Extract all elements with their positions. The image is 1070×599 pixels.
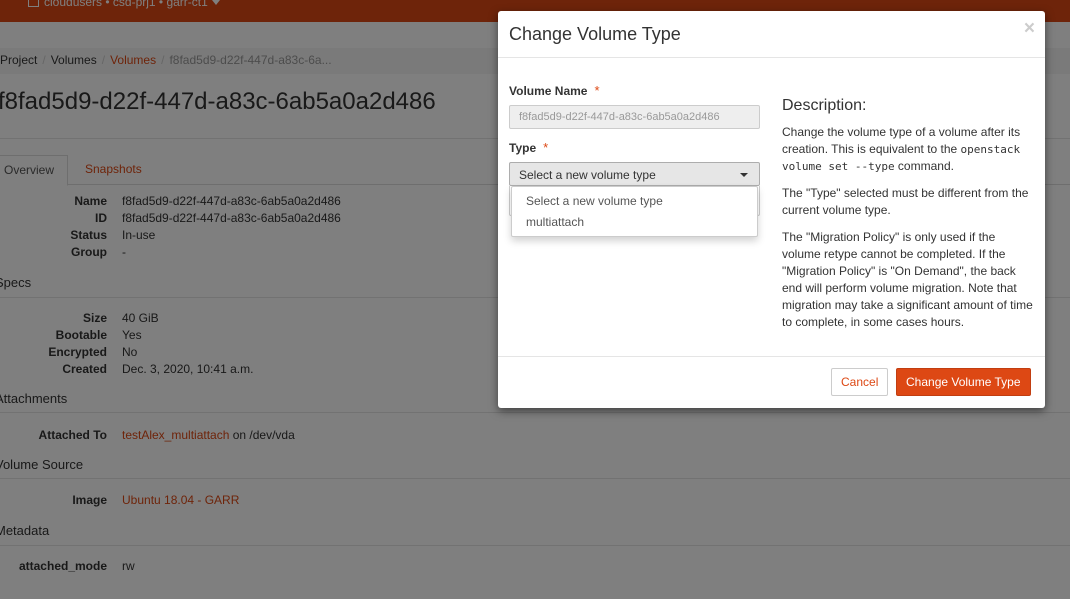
description-heading: Description:	[782, 97, 867, 114]
description-panel: Description: Change the volume type of a…	[782, 97, 1037, 341]
volume-type-option-placeholder[interactable]: Select a new volume type	[512, 190, 757, 211]
volume-name-input[interactable]: f8fad5d9-d22f-447d-a83c-6ab5a0a2d486	[509, 105, 760, 129]
modal-header: Change Volume Type ×	[498, 11, 1045, 58]
type-label: Type	[509, 141, 537, 155]
volume-name-label: Volume Name	[509, 84, 588, 98]
volume-type-selected-value: Select a new volume type	[519, 168, 656, 182]
change-volume-type-button[interactable]: Change Volume Type	[896, 368, 1031, 396]
type-field-label: Type *	[509, 140, 548, 155]
close-icon[interactable]: ×	[1024, 18, 1035, 40]
required-marker: *	[543, 140, 549, 155]
cancel-button[interactable]: Cancel	[831, 368, 889, 396]
caret-down-icon	[740, 173, 748, 177]
change-volume-type-modal: Change Volume Type × Volume Name * f8fad5…	[498, 11, 1045, 408]
description-paragraph-3: The "Migration Policy" is only used if t…	[782, 230, 1033, 329]
volume-type-form: Volume Name * f8fad5d9-d22f-447d-a83c-6ab…	[509, 83, 760, 237]
description-text: command.	[894, 159, 954, 173]
modal-footer: Cancel Change Volume Type	[498, 356, 1045, 408]
volume-type-option-multiattach[interactable]: multiattach	[512, 211, 757, 232]
description-paragraph-1: Change the volume type of a volume after…	[782, 124, 1037, 175]
volume-type-dropdown-menu: Select a new volume type multiattach	[511, 186, 758, 237]
volume-name-field-label: Volume Name *	[509, 83, 760, 98]
modal-title: Change Volume Type	[509, 24, 681, 44]
description-paragraph-2: The "Type" selected must be different fr…	[782, 186, 1029, 217]
required-marker: *	[594, 83, 600, 98]
volume-type-select[interactable]: Select a new volume type	[509, 162, 760, 186]
